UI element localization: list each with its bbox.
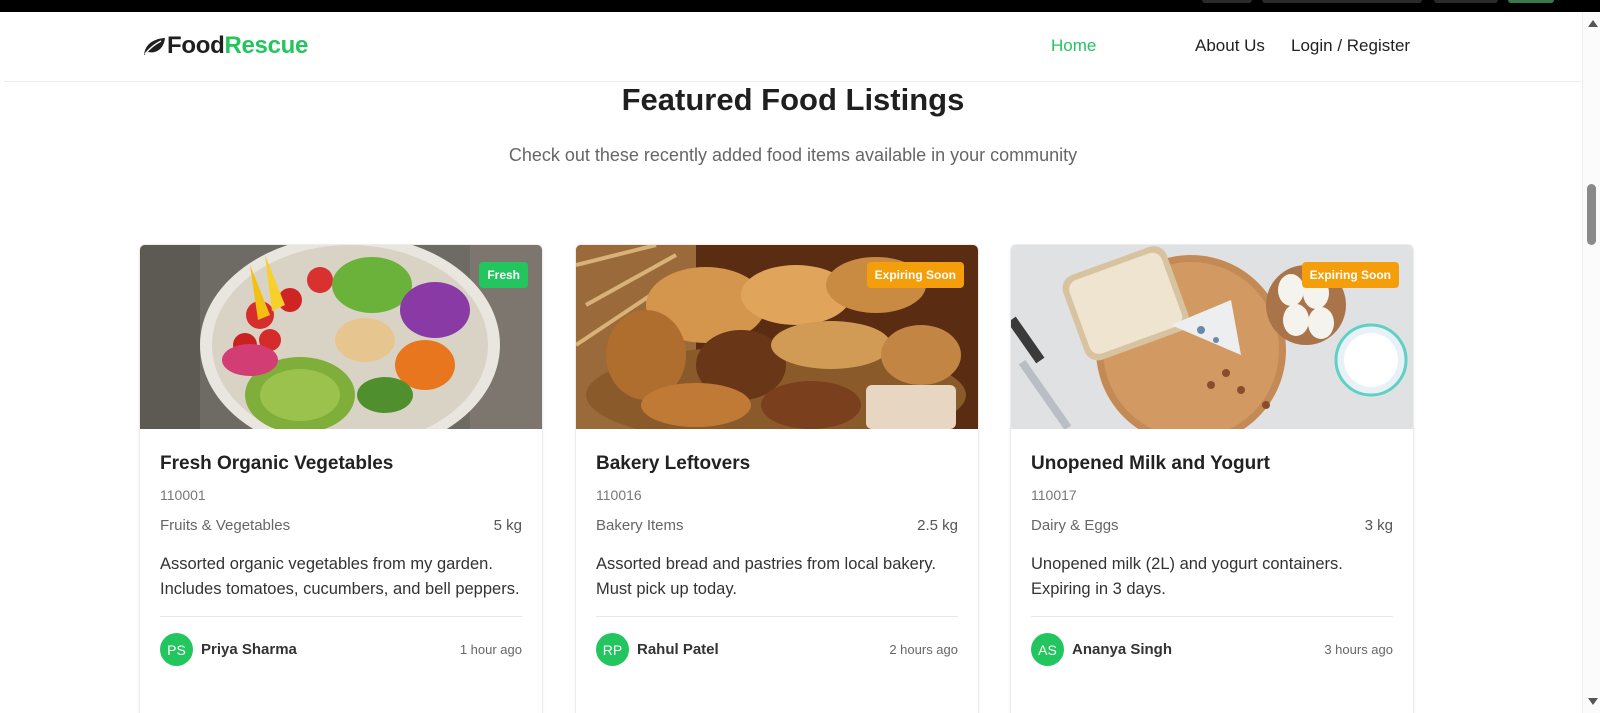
site-header: Food Rescue Home About Us Login / Registe…	[4, 12, 1582, 82]
section-subtitle: Check out these recently added food item…	[508, 145, 1078, 165]
nav-home[interactable]: Home	[1051, 36, 1096, 56]
scroll-down-arrow-icon[interactable]	[1588, 698, 1598, 705]
leaf-icon	[144, 38, 165, 55]
avatar: AS	[1031, 633, 1064, 666]
site-logo[interactable]: Food Rescue	[141, 32, 308, 60]
listing-body: Unopened Milk and Yogurt 110017 Dairy & …	[1031, 429, 1393, 666]
listing-footer: AS Ananya Singh 3 hours ago	[1031, 633, 1393, 666]
listing-title[interactable]: Unopened Milk and Yogurt	[1031, 453, 1393, 475]
listing-meta: Fruits & Vegetables 5 kg	[160, 517, 522, 534]
status-badge: Expiring Soon	[1301, 262, 1399, 288]
browser-control	[1262, 0, 1422, 3]
listing-image-dairy: Expiring Soon	[1011, 245, 1413, 429]
divider	[160, 616, 522, 617]
avatar: RP	[596, 633, 629, 666]
browser-control	[1434, 0, 1498, 3]
divider	[596, 616, 958, 617]
scrollbar-thumb[interactable]	[1587, 184, 1596, 245]
section-title: Featured Food Listings	[621, 82, 965, 117]
listing-card[interactable]: Fresh Fresh Organic Vegetables 110001 Fr…	[139, 244, 543, 713]
user-name: Ananya Singh	[1072, 641, 1173, 658]
listing-title[interactable]: Fresh Organic Vegetables	[160, 453, 522, 475]
divider	[1031, 616, 1393, 617]
listing-card[interactable]: Expiring Soon Unopened Milk and Yogurt 1…	[1010, 244, 1414, 713]
listing-description: Assorted organic vegetables from my gard…	[160, 555, 520, 598]
listing-meta: Bakery Items 2.5 kg	[596, 517, 958, 534]
logo-text-food: Food	[167, 32, 225, 59]
listing-user: PS Priya Sharma	[160, 633, 297, 666]
listing-quantity: 3 kg	[1364, 517, 1393, 534]
scroll-up-arrow-icon[interactable]	[1588, 20, 1598, 27]
listing-title[interactable]: Bakery Leftovers	[596, 453, 958, 475]
user-name: Priya Sharma	[201, 641, 297, 658]
listing-body: Fresh Organic Vegetables 110001 Fruits &…	[160, 429, 522, 666]
listing-description: Unopened milk (2L) and yogurt containers…	[1031, 555, 1343, 598]
listing-body: Bakery Leftovers 110016 Bakery Items 2.5…	[596, 429, 958, 666]
listing-zip: 110017	[1031, 487, 1077, 503]
listing-time: 1 hour ago	[459, 642, 522, 657]
listing-time: 2 hours ago	[889, 642, 958, 657]
avatar: PS	[160, 633, 193, 666]
listing-category: Dairy & Eggs	[1031, 517, 1119, 534]
page-frame: Food Rescue Home About Us Login / Registe…	[4, 12, 1582, 713]
page-scrollbar[interactable]	[1582, 12, 1600, 713]
listing-description: Assorted bread and pastries from local b…	[596, 555, 936, 598]
nav-login-register[interactable]: Login / Register	[1291, 36, 1410, 56]
listing-quantity: 5 kg	[493, 517, 522, 534]
listing-card[interactable]: Expiring Soon Bakery Leftovers 110016 Ba…	[575, 244, 979, 713]
browser-top-bar	[0, 0, 1600, 12]
nav-about-us[interactable]: About Us	[1195, 36, 1265, 56]
browser-control	[1202, 0, 1252, 3]
listing-quantity: 2.5 kg	[917, 517, 958, 534]
listing-category: Fruits & Vegetables	[160, 517, 291, 534]
listing-time: 3 hours ago	[1324, 642, 1393, 657]
listing-zip: 110016	[596, 487, 642, 503]
listing-user: AS Ananya Singh	[1031, 633, 1172, 666]
listing-image-bakery: Expiring Soon	[576, 245, 978, 429]
listing-meta: Dairy & Eggs 3 kg	[1031, 517, 1393, 534]
listing-footer: RP Rahul Patel 2 hours ago	[596, 633, 958, 666]
listing-image-vegetables: Fresh	[140, 245, 542, 429]
logo-text-rescue: Rescue	[224, 32, 309, 59]
browser-control	[1508, 0, 1554, 3]
listing-user: RP Rahul Patel	[596, 633, 719, 666]
user-name: Rahul Patel	[637, 641, 719, 658]
status-badge: Fresh	[479, 262, 528, 288]
listing-zip: 110001	[160, 487, 206, 503]
listing-footer: PS Priya Sharma 1 hour ago	[160, 633, 522, 666]
status-badge: Expiring Soon	[866, 262, 964, 288]
listing-category: Bakery Items	[596, 517, 684, 534]
